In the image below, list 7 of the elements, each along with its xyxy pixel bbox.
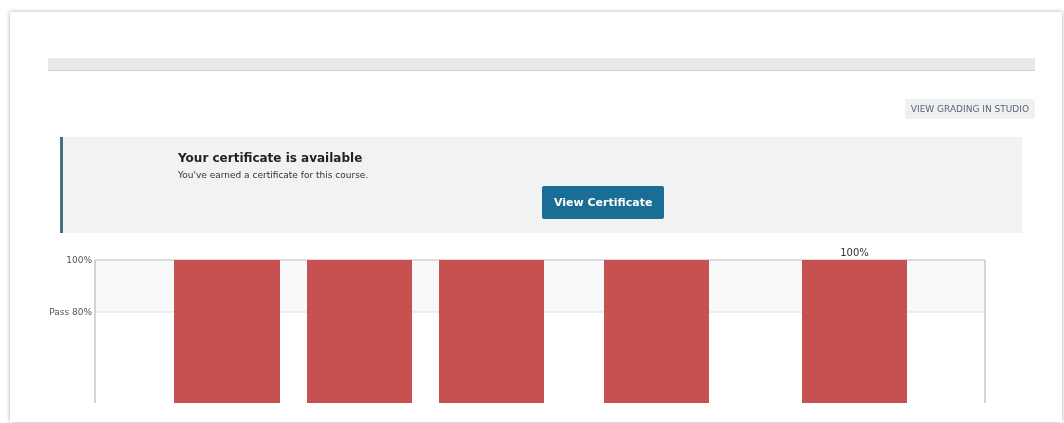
banner-title: Your certificate is available [178,151,363,165]
banner-message: You've earned a certificate for this course. [178,170,369,180]
value-label: 100% [840,247,869,258]
view-certificate-button[interactable]: View Certificate [542,186,665,219]
y-tick-label: Pass 80% [49,307,92,317]
y-tick-label: 100% [66,255,92,265]
view-grading-button[interactable]: VIEW GRADING IN STUDIO [904,99,1035,119]
